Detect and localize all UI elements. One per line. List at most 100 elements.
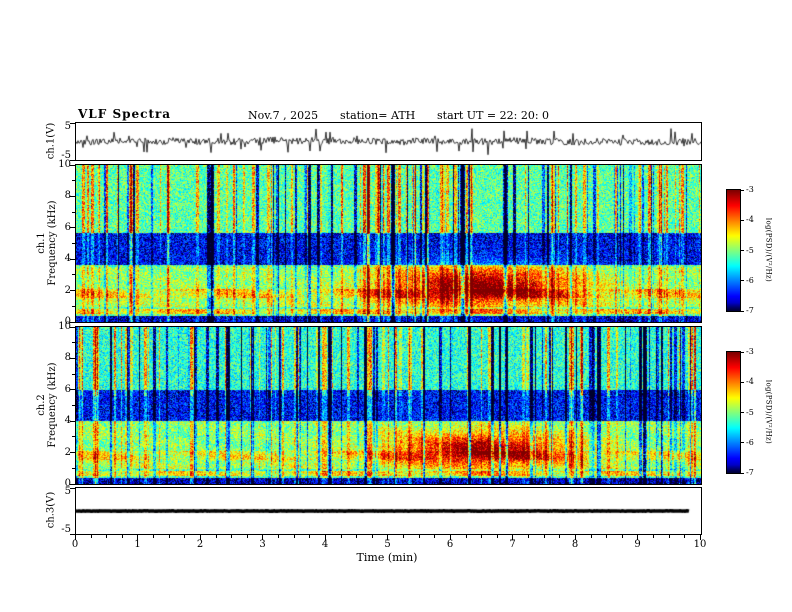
ch2-axis-label-line1: ch.2 [36, 394, 47, 416]
ch1-spectrogram-panel [75, 164, 702, 323]
ch2-spectrogram-canvas [76, 327, 701, 484]
x-minor-tick-mark [465, 535, 467, 538]
colorbar-1-canvas [727, 190, 740, 311]
colorbar-tick-label: -5 [746, 407, 754, 417]
ch1-waveform-canvas [76, 123, 701, 160]
y-minor-tick-mark [72, 211, 75, 213]
y-tick-label: 8 [64, 352, 71, 364]
x-minor-tick-mark [668, 535, 670, 538]
colorbar-tick-mark [741, 280, 744, 282]
colorbar-2-canvas [727, 352, 740, 473]
x-tick-label: 0 [71, 539, 79, 550]
x-minor-tick-mark [590, 535, 592, 538]
y-minor-tick-mark [72, 274, 75, 276]
x-minor-tick-mark [309, 535, 311, 538]
colorbar-1-label: log(PSD)/(V²/Hz) [764, 217, 773, 283]
header-start-ut: start UT = 22: 20: 0 [437, 109, 550, 122]
colorbar-tick-label: -4 [746, 377, 754, 387]
x-minor-tick-mark [106, 535, 108, 538]
header-date: Nov.7 , 2025 [248, 109, 319, 122]
ch1-axis-label-line2: Frequency (kHz) [47, 200, 58, 286]
y-minor-tick-mark [72, 373, 75, 375]
x-minor-tick-mark [231, 535, 233, 538]
colorbar-tick-label: -6 [746, 437, 754, 447]
y-tick-label: -5 [61, 524, 71, 535]
ch1-spectrogram-canvas [76, 165, 701, 322]
y-minor-tick-mark [72, 180, 75, 182]
colorbar-tick-label: -7 [746, 468, 754, 477]
x-tick-label: 8 [571, 539, 579, 550]
colorbar-2 [726, 351, 741, 474]
ch1-frequency-axis-label: ch.1 Frequency (kHz) [36, 200, 58, 285]
x-minor-tick-mark [434, 535, 436, 538]
colorbar-tick-label: -4 [746, 215, 754, 225]
ch1-axis-label-line1: ch.1 [36, 232, 47, 254]
x-minor-tick-mark [684, 535, 686, 538]
time-axis-label: Time (min) [356, 551, 418, 564]
colorbar-1 [726, 189, 741, 312]
colorbar-tick-mark [741, 412, 744, 413]
x-minor-tick-mark [90, 535, 92, 538]
y-minor-tick-mark [72, 436, 75, 438]
y-minor-tick-mark [72, 405, 75, 406]
ch3-waveform-panel [75, 487, 702, 535]
colorbar-tick-mark [741, 219, 744, 221]
colorbar-tick-mark [741, 351, 744, 353]
x-minor-tick-mark [481, 535, 483, 538]
ch2-frequency-axis-label: ch.2 Frequency (kHz) [36, 362, 58, 447]
x-minor-tick-mark [653, 535, 655, 538]
colorbar-tick-mark [741, 472, 744, 474]
ch2-spectrogram-panel [75, 326, 702, 485]
y-tick-label: 5 [64, 121, 71, 132]
colorbar-tick-label: -7 [746, 306, 754, 315]
y-tick-label: 6 [64, 221, 71, 233]
colorbar-tick-label: -3 [746, 185, 754, 194]
y-minor-tick-mark [72, 467, 75, 469]
figure-title: VLF Spectra [78, 107, 172, 121]
y-minor-tick-mark [72, 305, 75, 307]
y-minor-tick-mark [72, 342, 75, 344]
x-minor-tick-mark [153, 535, 155, 538]
x-minor-tick-mark [356, 535, 358, 538]
y-tick-label: 2 [64, 446, 71, 458]
x-minor-tick-mark [278, 535, 280, 538]
x-minor-tick-mark [340, 535, 342, 538]
x-tick-label: 10 [693, 539, 707, 550]
x-minor-tick-mark [496, 535, 498, 538]
y-tick-label: 10 [58, 159, 71, 170]
x-minor-tick-mark [371, 535, 373, 538]
x-minor-tick-mark [293, 535, 295, 538]
y-tick-label: 6 [64, 383, 71, 395]
ch3-waveform-canvas [76, 488, 701, 534]
x-tick-label: 2 [196, 539, 204, 550]
x-minor-tick-mark [528, 535, 530, 538]
y-tick-label: 4 [64, 415, 71, 427]
vlf-spectra-figure: VLF Spectra Nov.7 , 2025 station= ATH st… [0, 0, 792, 612]
x-tick-label: 4 [321, 539, 329, 550]
colorbar-tick-mark [741, 250, 744, 251]
x-minor-tick-mark [121, 535, 123, 538]
ch3-voltage-axis-label: ch.3(V) [45, 491, 57, 529]
x-tick-label: 9 [634, 539, 641, 550]
x-minor-tick-mark [418, 535, 420, 538]
x-tick-label: 5 [384, 539, 391, 550]
x-minor-tick-mark [559, 535, 561, 538]
x-minor-tick-mark [215, 535, 217, 538]
colorbar-tick-mark [741, 189, 744, 191]
y-minor-tick-mark [72, 243, 75, 244]
ch1-waveform-panel [75, 122, 702, 161]
x-tick-label: 3 [259, 539, 266, 550]
x-minor-tick-mark [621, 535, 623, 538]
x-minor-tick-mark [606, 535, 608, 538]
colorbar-tick-label: -3 [746, 347, 754, 356]
ch2-axis-label-line2: Frequency (kHz) [47, 362, 58, 448]
x-minor-tick-mark [246, 535, 248, 538]
y-tick-label: 5 [64, 486, 71, 497]
x-minor-tick-mark [403, 535, 405, 538]
colorbar-tick-mark [741, 310, 744, 312]
y-tick-label: 8 [64, 190, 71, 202]
x-tick-label: 1 [134, 539, 141, 550]
x-tick-label: 6 [446, 539, 454, 550]
y-tick-label: 4 [64, 253, 71, 265]
x-minor-tick-mark [168, 535, 170, 538]
